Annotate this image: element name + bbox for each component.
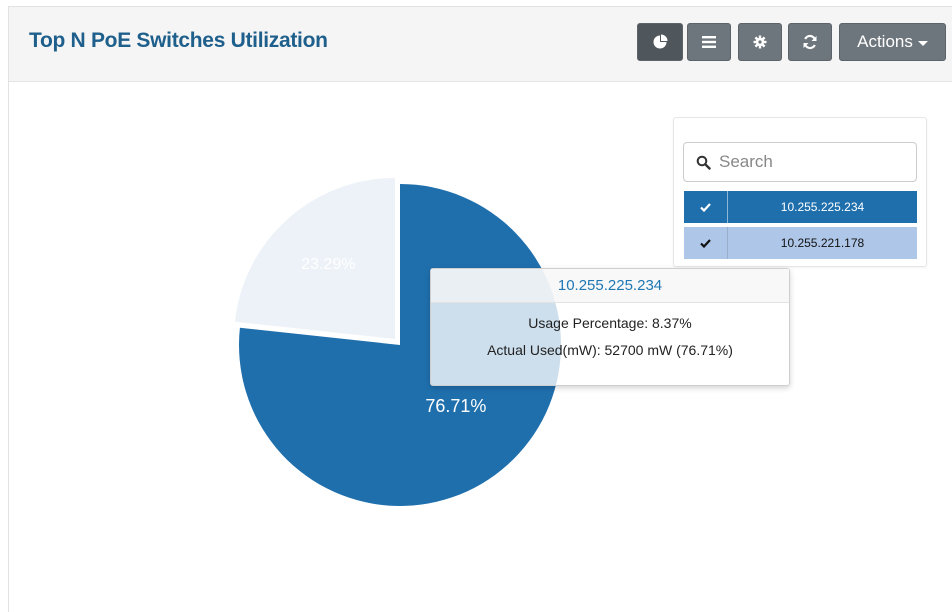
pie-slice-label: 23.29% xyxy=(301,256,355,273)
legend-search-input[interactable] xyxy=(717,151,911,173)
checkmark-icon xyxy=(684,227,728,259)
pie-slice-label: 76.71% xyxy=(425,396,486,416)
search-icon xyxy=(696,155,711,170)
legend-panel: 10.255.225.234 10.255.221.178 xyxy=(673,117,927,267)
legend-item-label: 10.255.225.234 xyxy=(780,200,865,214)
legend-item-10-255-221-178[interactable]: 10.255.221.178 xyxy=(684,227,917,259)
tooltip-actual-used: Actual Used(mW): 52700 mW (76.71%) xyxy=(487,342,733,358)
legend-item-label: 10.255.221.178 xyxy=(780,236,865,250)
legend-item-10-255-225-234[interactable]: 10.255.225.234 xyxy=(684,191,917,223)
tooltip-title: 10.255.225.234 xyxy=(431,269,789,303)
tooltip-usage-percentage: Usage Percentage: 8.37% xyxy=(528,315,692,331)
checkmark-icon xyxy=(684,191,728,223)
chart-tooltip: 10.255.225.234 Usage Percentage: 8.37% A… xyxy=(430,268,790,386)
legend-search xyxy=(683,142,917,182)
